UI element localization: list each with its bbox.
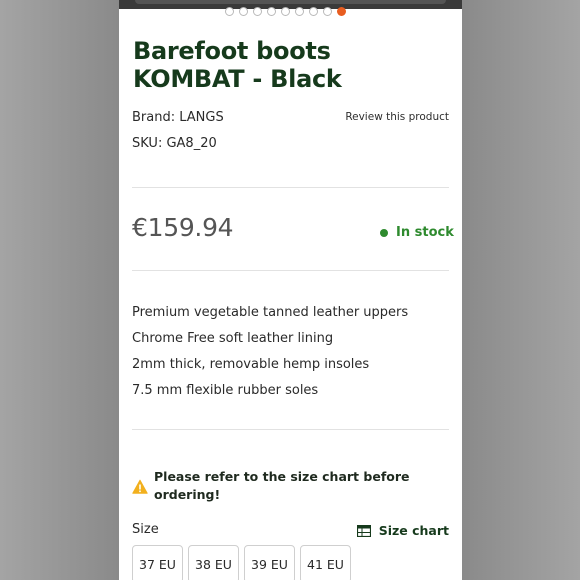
- divider: [132, 429, 449, 430]
- feature-item: Premium vegetable tanned leather uppers: [132, 305, 409, 320]
- brand-row: Brand: LANGS: [132, 110, 224, 125]
- size-notice-text: Please refer to the size chart before or…: [154, 469, 410, 502]
- carousel-dot[interactable]: [295, 7, 304, 16]
- carousel-dot[interactable]: [267, 7, 276, 16]
- divider: [132, 270, 449, 271]
- sku-row: SKU: GA8_20: [132, 136, 217, 151]
- feature-list: Premium vegetable tanned leather uppers …: [132, 300, 408, 404]
- size-label: Size: [132, 522, 159, 537]
- product-price: €159.94: [132, 213, 234, 242]
- background-left: [0, 0, 119, 580]
- feature-item: Chrome Free soft leather lining: [132, 331, 334, 346]
- feature-item: 7.5 mm flexible rubber soles: [132, 383, 319, 398]
- size-option-39[interactable]: 39 EU: [244, 545, 295, 580]
- sku-value: GA8_20: [166, 136, 217, 151]
- carousel-dot[interactable]: [281, 7, 290, 16]
- size-options: 37 EU 38 EU 39 EU 41 EU: [132, 545, 351, 580]
- carousel-dot[interactable]: [225, 7, 234, 16]
- background-right: [462, 0, 580, 580]
- carousel-dot-active[interactable]: [337, 7, 346, 16]
- size-chart-label: Size chart: [378, 523, 449, 538]
- carousel-dot[interactable]: [253, 7, 262, 16]
- size-option-38[interactable]: 38 EU: [188, 545, 239, 580]
- brand-label: Brand:: [132, 110, 176, 125]
- product-title-line2: KOMBAT - Black: [133, 65, 342, 93]
- size-option-37[interactable]: 37 EU: [132, 545, 183, 580]
- stock-status-label: In stock: [396, 225, 454, 240]
- size-notice: Please refer to the size chart before or…: [132, 468, 442, 504]
- brand-value: LANGS: [179, 110, 224, 125]
- product-page: Barefoot boots KOMBAT - Black Brand: LAN…: [119, 0, 462, 580]
- sku-label: SKU:: [132, 136, 163, 151]
- size-chart-link[interactable]: Size chart: [356, 523, 449, 538]
- carousel-dot[interactable]: [323, 7, 332, 16]
- stock-dot-icon: [380, 228, 388, 237]
- review-product-link[interactable]: Review this product: [345, 111, 449, 123]
- warning-icon: [132, 479, 148, 494]
- size-option-41[interactable]: 41 EU: [300, 545, 351, 580]
- divider: [132, 187, 449, 188]
- carousel-dot[interactable]: [239, 7, 248, 16]
- product-title: Barefoot boots KOMBAT - Black: [133, 37, 453, 93]
- carousel-image-edge: [135, 0, 446, 4]
- carousel-pagination: [225, 7, 346, 16]
- carousel-dot[interactable]: [309, 7, 318, 16]
- product-title-line1: Barefoot boots: [133, 37, 331, 65]
- stock-status: In stock: [380, 225, 454, 240]
- feature-item: 2mm thick, removable hemp insoles: [132, 357, 370, 372]
- table-icon: [356, 524, 371, 537]
